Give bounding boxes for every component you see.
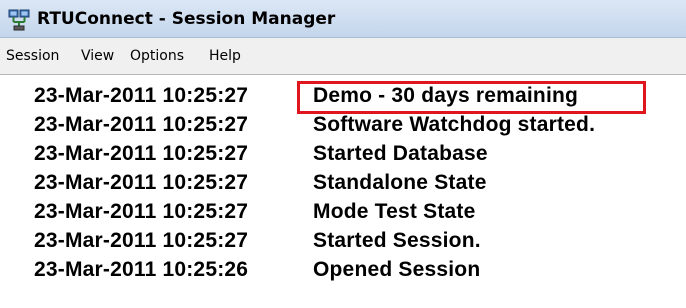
menu-options[interactable]: Options <box>130 47 184 65</box>
log-message: Started Session. <box>313 229 481 252</box>
title-bar[interactable]: RTUConnect - Session Manager <box>0 0 686 38</box>
menu-help[interactable]: Help <box>209 47 241 65</box>
log-timestamp: 23-Mar-2011 10:25:27 <box>34 200 249 223</box>
network-icon <box>8 9 30 31</box>
log-entry: 23-Mar-2011 10:25:27 Software Watchdog s… <box>0 110 686 139</box>
log-entry: 23-Mar-2011 10:25:27 Demo - 30 days rema… <box>0 81 686 110</box>
log-entry: 23-Mar-2011 10:25:27 Started Database <box>0 139 686 168</box>
log-timestamp: 23-Mar-2011 10:25:27 <box>34 229 249 252</box>
menu-bar: Session View Options Help <box>0 38 686 75</box>
log-timestamp: 23-Mar-2011 10:25:27 <box>34 113 249 136</box>
log-entry: 23-Mar-2011 10:25:26 Opened Session <box>0 255 686 284</box>
log-message: Standalone State <box>313 171 487 194</box>
log-message: Started Database <box>313 142 488 165</box>
log-timestamp: 23-Mar-2011 10:25:27 <box>34 142 249 165</box>
log-timestamp: 23-Mar-2011 10:25:26 <box>34 258 249 281</box>
log-message: Opened Session <box>313 258 481 281</box>
log-entry: 23-Mar-2011 10:25:27 Started Session. <box>0 226 686 255</box>
log-message: Demo - 30 days remaining <box>313 84 579 107</box>
session-log[interactable]: 23-Mar-2011 10:25:27 Demo - 30 days rema… <box>0 75 686 308</box>
window-title: RTUConnect - Session Manager <box>37 9 336 29</box>
log-entry: 23-Mar-2011 10:25:27 Mode Test State <box>0 197 686 226</box>
log-message: Software Watchdog started. <box>313 113 596 136</box>
log-timestamp: 23-Mar-2011 10:25:27 <box>34 171 249 194</box>
menu-view[interactable]: View <box>81 47 114 65</box>
log-timestamp: 23-Mar-2011 10:25:27 <box>34 84 249 107</box>
menu-session[interactable]: Session <box>6 47 59 65</box>
log-message: Mode Test State <box>313 200 476 223</box>
session-manager-window: RTUConnect - Session Manager Session Vie… <box>0 0 686 308</box>
log-entry: 23-Mar-2011 10:25:27 Standalone State <box>0 168 686 197</box>
